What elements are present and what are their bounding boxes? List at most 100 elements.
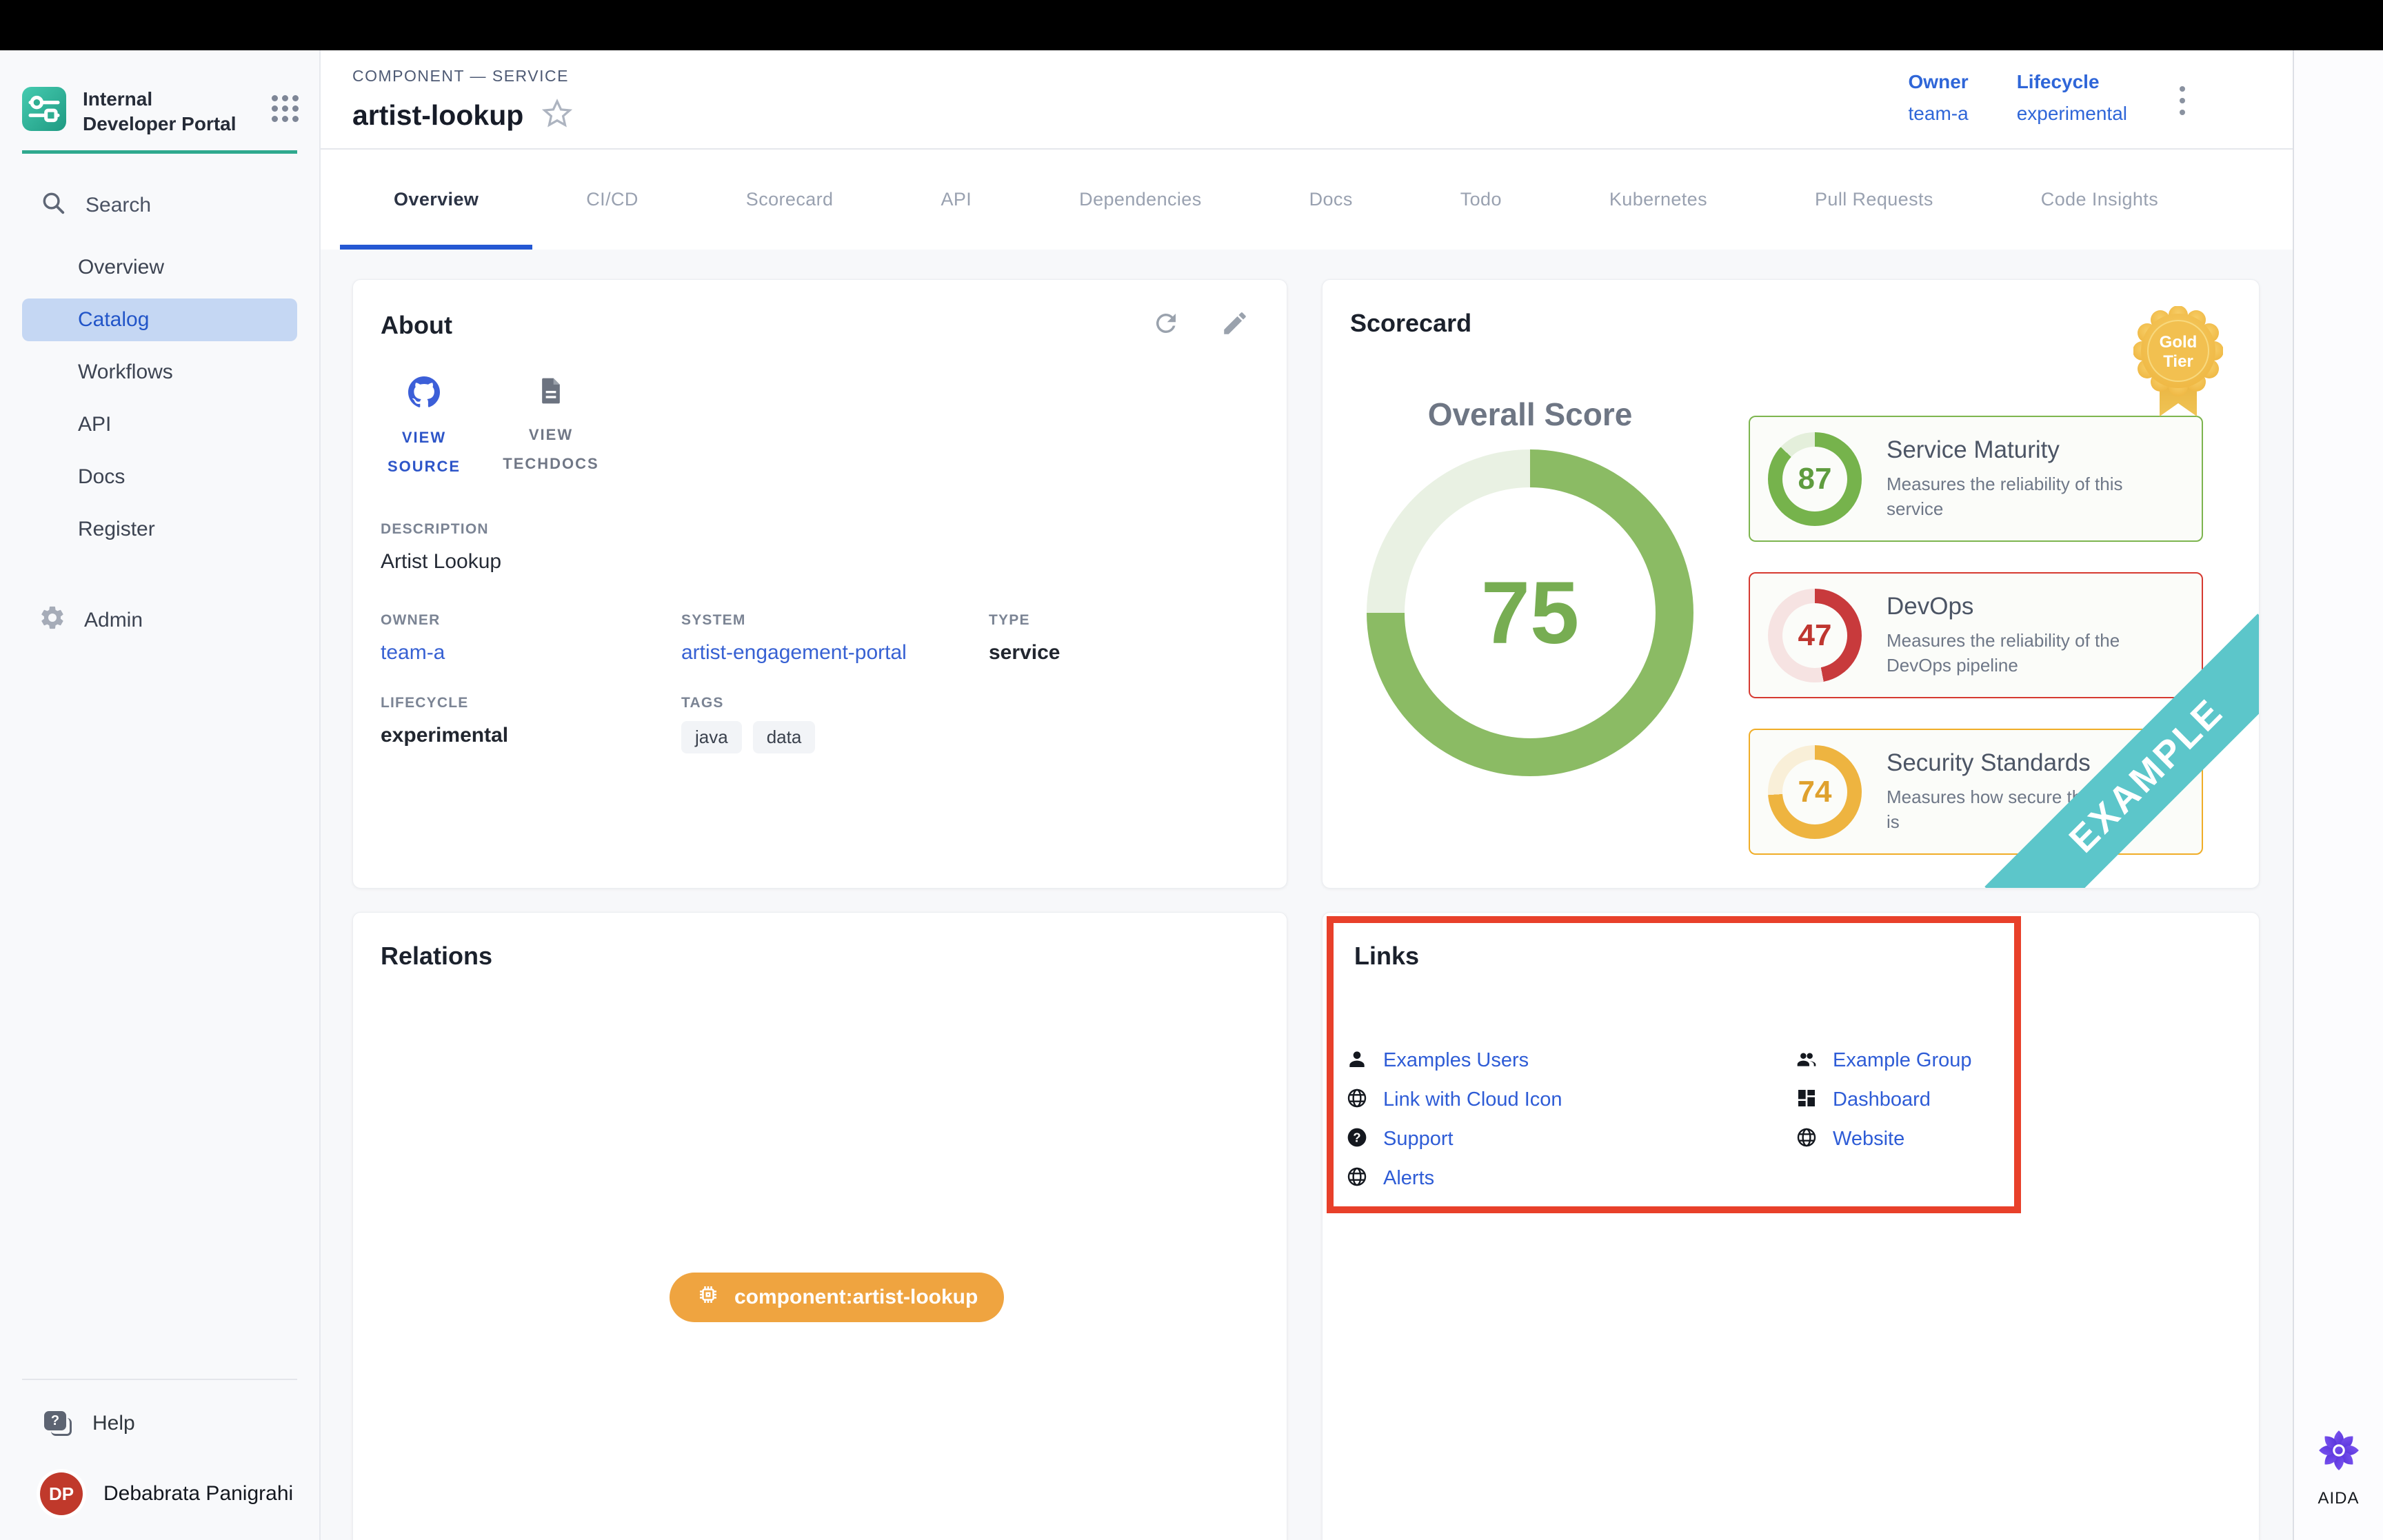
assistant-panel: AIDA — [2293, 50, 2383, 1540]
about-card: About — [352, 279, 1287, 889]
globe-icon — [1346, 1087, 1368, 1113]
sidebar-item-overview[interactable]: Overview — [22, 246, 297, 289]
tab-dependencies[interactable]: Dependencies — [1025, 150, 1255, 250]
help-label: Help — [92, 1412, 135, 1435]
view-source-link[interactable]: VIEWSOURCE — [365, 376, 483, 481]
sidebar-divider — [22, 1379, 297, 1380]
view-techdocs-link[interactable]: VIEWTECHDOCS — [492, 376, 610, 481]
tag-chip: java — [681, 721, 742, 753]
description-label: DESCRIPTION — [381, 521, 1259, 538]
entity-header: COMPONENT — SERVICE artist-lookup Owner … — [321, 50, 2293, 150]
search-label: Search — [86, 194, 151, 217]
help-chat-icon: ? — [44, 1411, 73, 1436]
score-ring: 87 — [1768, 432, 1862, 526]
relations-card: Relations component:artist-lookup — [352, 912, 1287, 1540]
gear-icon — [39, 604, 66, 637]
score-ring: 47 — [1768, 589, 1862, 682]
owner-field: OWNER team-a — [381, 612, 681, 665]
chip-cpu-icon — [696, 1282, 721, 1313]
tab-todo[interactable]: Todo — [1407, 150, 1556, 250]
kebab-menu-icon[interactable] — [2175, 79, 2189, 122]
badge-line2: Tier — [2163, 352, 2193, 371]
brand-divider — [22, 150, 297, 154]
sidebar-item-catalog[interactable]: Catalog — [22, 298, 297, 341]
user-name: Debabrata Panigrahi — [103, 1482, 293, 1506]
system-field: SYSTEM artist-engagement-portal — [681, 612, 989, 665]
tag-chip: data — [753, 721, 816, 753]
link-website[interactable]: Website — [1796, 1119, 1972, 1159]
globe-icon — [1346, 1166, 1368, 1191]
links-title: Links — [1354, 942, 1419, 970]
gold-tier-badge: Gold Tier — [2133, 306, 2223, 423]
owner-meta: Owner team-a — [1909, 71, 1969, 125]
apps-grid-icon[interactable] — [272, 95, 299, 122]
score-ring: 74 — [1768, 745, 1862, 839]
link-cloud[interactable]: Link with Cloud Icon — [1346, 1080, 1562, 1119]
tab-api[interactable]: API — [887, 150, 1025, 250]
tags-field: TAGS java data — [681, 695, 989, 753]
owner-link[interactable]: team-a — [381, 641, 681, 665]
tab-docs[interactable]: Docs — [1256, 150, 1407, 250]
type-field: TYPE service — [989, 612, 1259, 665]
overall-donut: 75 — [1367, 449, 1693, 776]
portal-logo[interactable] — [22, 87, 66, 131]
favorite-star-icon[interactable] — [541, 98, 573, 133]
sidebar: Internal Developer Portal Search Overvie… — [0, 50, 321, 1540]
help-button[interactable]: ? Help — [0, 1406, 319, 1441]
scorecard-title: Scorecard — [1350, 309, 1471, 337]
avatar: DP — [40, 1472, 83, 1515]
user-icon — [1346, 1048, 1368, 1073]
relations-title: Relations — [381, 942, 492, 970]
scorecard-card: Scorecard Overall Score 75 87 Service Ma — [1322, 279, 2260, 889]
sidebar-item-admin[interactable]: Admin — [0, 603, 319, 638]
admin-label: Admin — [84, 609, 143, 632]
group-icon — [1796, 1048, 1818, 1073]
relations-entity-node[interactable]: component:artist-lookup — [670, 1273, 1004, 1322]
portal-title: Internal Developer Portal — [83, 87, 245, 136]
page-title: artist-lookup — [352, 99, 523, 132]
edit-pencil-icon[interactable] — [1220, 309, 1249, 341]
sidebar-item-api[interactable]: API — [22, 403, 297, 446]
aida-flower-icon[interactable] — [2316, 1428, 2362, 1477]
tab-kubernetes[interactable]: Kubernetes — [1556, 150, 1761, 250]
link-alerts[interactable]: Alerts — [1346, 1159, 1562, 1198]
link-support[interactable]: ? Support — [1346, 1119, 1562, 1159]
link-example-group[interactable]: Example Group — [1796, 1041, 1972, 1080]
link-examples-users[interactable]: Examples Users — [1346, 1041, 1562, 1080]
owner-label: Owner — [1909, 71, 1969, 93]
lifecycle-field: LIFECYCLE experimental — [381, 695, 681, 753]
sidebar-item-workflows[interactable]: Workflows — [22, 351, 297, 394]
badge-line1: Gold — [2160, 333, 2198, 352]
tab-pull-requests[interactable]: Pull Requests — [1761, 150, 1987, 250]
lifecycle-value-link[interactable]: experimental — [2017, 103, 2127, 125]
link-dashboard[interactable]: Dashboard — [1796, 1080, 1972, 1119]
tab-code-insights[interactable]: Code Insights — [1987, 150, 2212, 250]
lifecycle-label: Lifecycle — [2017, 71, 2127, 93]
github-icon — [408, 376, 441, 412]
sidebar-item-docs[interactable]: Docs — [22, 456, 297, 498]
description-value: Artist Lookup — [381, 550, 1259, 574]
sidebar-item-register[interactable]: Register — [22, 508, 297, 551]
user-menu[interactable]: DP Debabrata Panigrahi — [0, 1471, 319, 1517]
help-circle-icon: ? — [1346, 1126, 1368, 1152]
tab-cicd[interactable]: CI/CD — [532, 150, 692, 250]
refresh-icon[interactable] — [1152, 309, 1180, 341]
entity-tabs: Overview CI/CD Scorecard API Dependencie… — [321, 150, 2293, 250]
overall-score-gauge: Overall Score 75 — [1367, 396, 1693, 776]
svg-text:?: ? — [1353, 1131, 1360, 1145]
breadcrumb: COMPONENT — SERVICE — [352, 67, 573, 85]
dashboard-icon — [1796, 1087, 1818, 1113]
about-title: About — [381, 311, 452, 340]
search-icon — [40, 190, 66, 221]
owner-value-link[interactable]: team-a — [1909, 103, 1969, 125]
lifecycle-meta: Lifecycle experimental — [2017, 71, 2127, 125]
system-link[interactable]: artist-engagement-portal — [681, 641, 989, 665]
sidebar-search[interactable]: Search — [0, 190, 319, 221]
system-top-bar — [0, 0, 2383, 50]
tab-overview[interactable]: Overview — [340, 150, 532, 250]
links-card: Links Examples Users — [1322, 912, 2260, 1540]
scorecard-item-devops[interactable]: 47 DevOps Measures the reliability of th… — [1749, 572, 2203, 698]
document-icon — [536, 376, 566, 409]
tab-scorecard[interactable]: Scorecard — [692, 150, 887, 250]
scorecard-item-service-maturity[interactable]: 87 Service Maturity Measures the reliabi… — [1749, 416, 2203, 542]
